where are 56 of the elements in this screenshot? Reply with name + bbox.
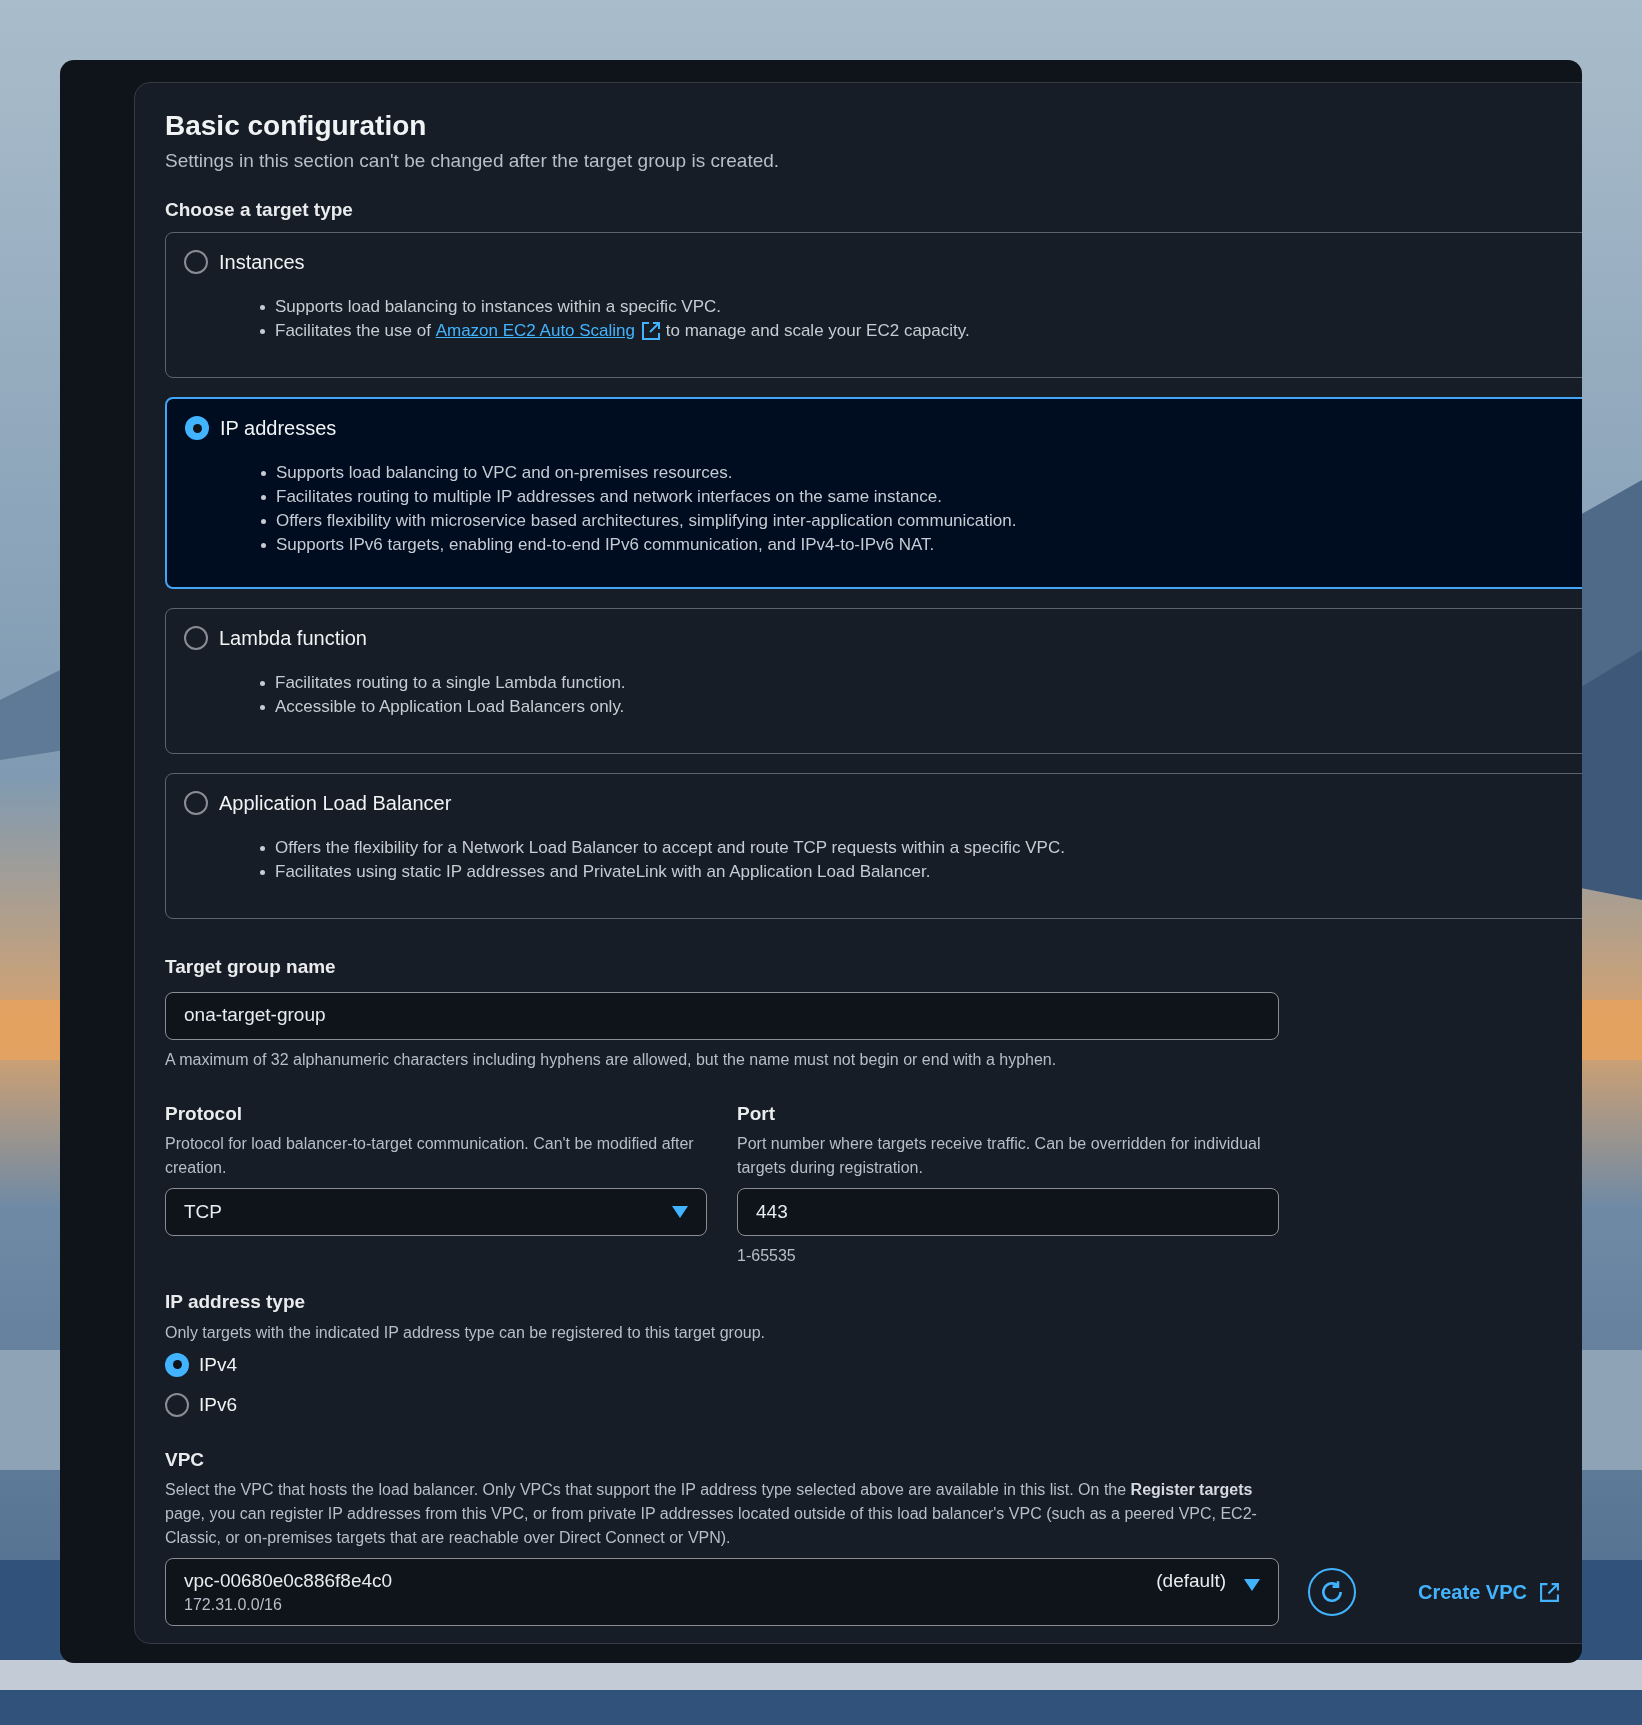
field-label: Port: [737, 1101, 776, 1126]
field-label: Target group name: [165, 955, 337, 979]
option-label: IPv6: [199, 1393, 238, 1417]
bullet-text: Accessible to Application Load Balancers only.: [275, 696, 625, 718]
section-title: Basic configuration: [165, 109, 428, 143]
bullet-text: Supports load balancing to instances within a specific VPC.: [275, 296, 722, 318]
caret-down-icon: [1244, 1579, 1260, 1592]
bullet-text: Offers flexibility with microservice based architectures, simplifying inter-application communication.: [276, 510, 1017, 532]
bullet-text: Facilitates using static IP addresses and PrivateLink with an Application Load Balancer.: [275, 861, 931, 883]
vpc-cidr: 172.31.0.0/16: [184, 1595, 283, 1615]
radio-button[interactable]: [165, 1393, 189, 1418]
option-label: Lambda function: [219, 626, 367, 651]
caret-down-icon: [672, 1206, 688, 1218]
default-tag: (default): [1156, 1567, 1226, 1596]
radio-button[interactable]: [184, 791, 208, 815]
field-description: Port number where targets receive traffic. Can be overridden for individual targets during registration.: [737, 1134, 1262, 1178]
option-label: IPv4: [199, 1352, 238, 1377]
field-label: VPC: [165, 1447, 206, 1472]
bullet-text: Facilitates routing to multiple IP addresses and network interfaces on the same instance.: [276, 486, 942, 508]
option-label: Application Load Balancer: [219, 791, 452, 816]
bullet-text: Facilitates the use of: [275, 320, 432, 342]
bullet-text: Facilitates routing to a single Lambda function.: [275, 672, 626, 694]
field-description: Protocol for load balancer-to-target communication. Can't be modified after creation.: [165, 1134, 695, 1178]
bullet-text: Supports load balancing to VPC and on-premises resources.: [276, 462, 733, 484]
auto-scaling-link[interactable]: Amazon EC2 Auto Scaling: [435, 319, 636, 343]
radio-button[interactable]: [165, 1352, 189, 1377]
create-vpc-link[interactable]: Create VPC: [1418, 1577, 1560, 1607]
port-input-field[interactable]: 443: [737, 1188, 1279, 1236]
field-description: Only targets with the indicated IP address type can be registered to this target group.: [165, 1322, 767, 1343]
radio-button[interactable]: [184, 626, 208, 650]
bullet-text: Supports IPv6 targets, enabling end-to-end IPv6 communication, and IPv4-to-IPv6 NAT.: [276, 534, 935, 556]
refresh-icon: [1319, 1579, 1345, 1605]
vpc-select[interactable]: vpc-00680e0c886f8e4c0 172.31.0.0/16 (default): [165, 1558, 1279, 1626]
target-type-card[interactable]: [165, 773, 1582, 919]
option-label: IP addresses: [220, 416, 337, 441]
name-input-field[interactable]: ona-target-group: [165, 991, 1279, 1040]
target-type-card[interactable]: [165, 397, 1582, 589]
field-label: Protocol: [165, 1101, 244, 1126]
protocol-select[interactable]: TCP: [165, 1188, 707, 1236]
target-type-card[interactable]: Lambda function Facilitates routing to a single Lambda function. Accessible to Application Load Balancers only.: [165, 608, 1582, 754]
field-hint: 1-65535: [737, 1246, 797, 1266]
vpc-id: vpc-00680e0c886f8e4c0: [184, 1569, 393, 1593]
field-hint: A maximum of 32 alphanumeric characters including hyphens are allowed, but the name must not begin or end with a hyphen.: [165, 1049, 1058, 1070]
field-label: IP address type: [165, 1290, 307, 1314]
field-label: Choose a target type: [165, 197, 354, 222]
option-label: Instances: [219, 250, 305, 275]
radio-button[interactable]: [185, 416, 209, 440]
bullet-text: Offers the flexibility for a Network Load Balancer to accept and route TCP requests within a specific VPC.: [275, 837, 1065, 859]
bullet-text: to manage and scale your EC2 capacity.: [664, 320, 970, 342]
refresh-button[interactable]: [1308, 1568, 1356, 1616]
section-description: Settings in this section can't be changed after the target group is created.: [165, 149, 781, 173]
external-link-icon: [641, 321, 662, 341]
field-description: Select the VPC that hosts the load balancer. Only VPCs that support the IP address type selected above are available in this list. On the Register targets page, you can register IP addresses from this VPC, or from private IP addresses located outside of this load balancer's VPC (such as a peered VPC, EC2-Classic, or on-premises targets that are reachable over Direct Connect or VPN).: [165, 1480, 1258, 1548]
external-link-icon: [1538, 1581, 1560, 1603]
radio-button[interactable]: [184, 250, 208, 274]
target-type-card[interactable]: Instances Supports load balancing to instances within a specific VPC. Facilitates the use of Amazon EC2 Auto Scaling to manage and scale your EC2 capacity.: [165, 232, 1582, 378]
